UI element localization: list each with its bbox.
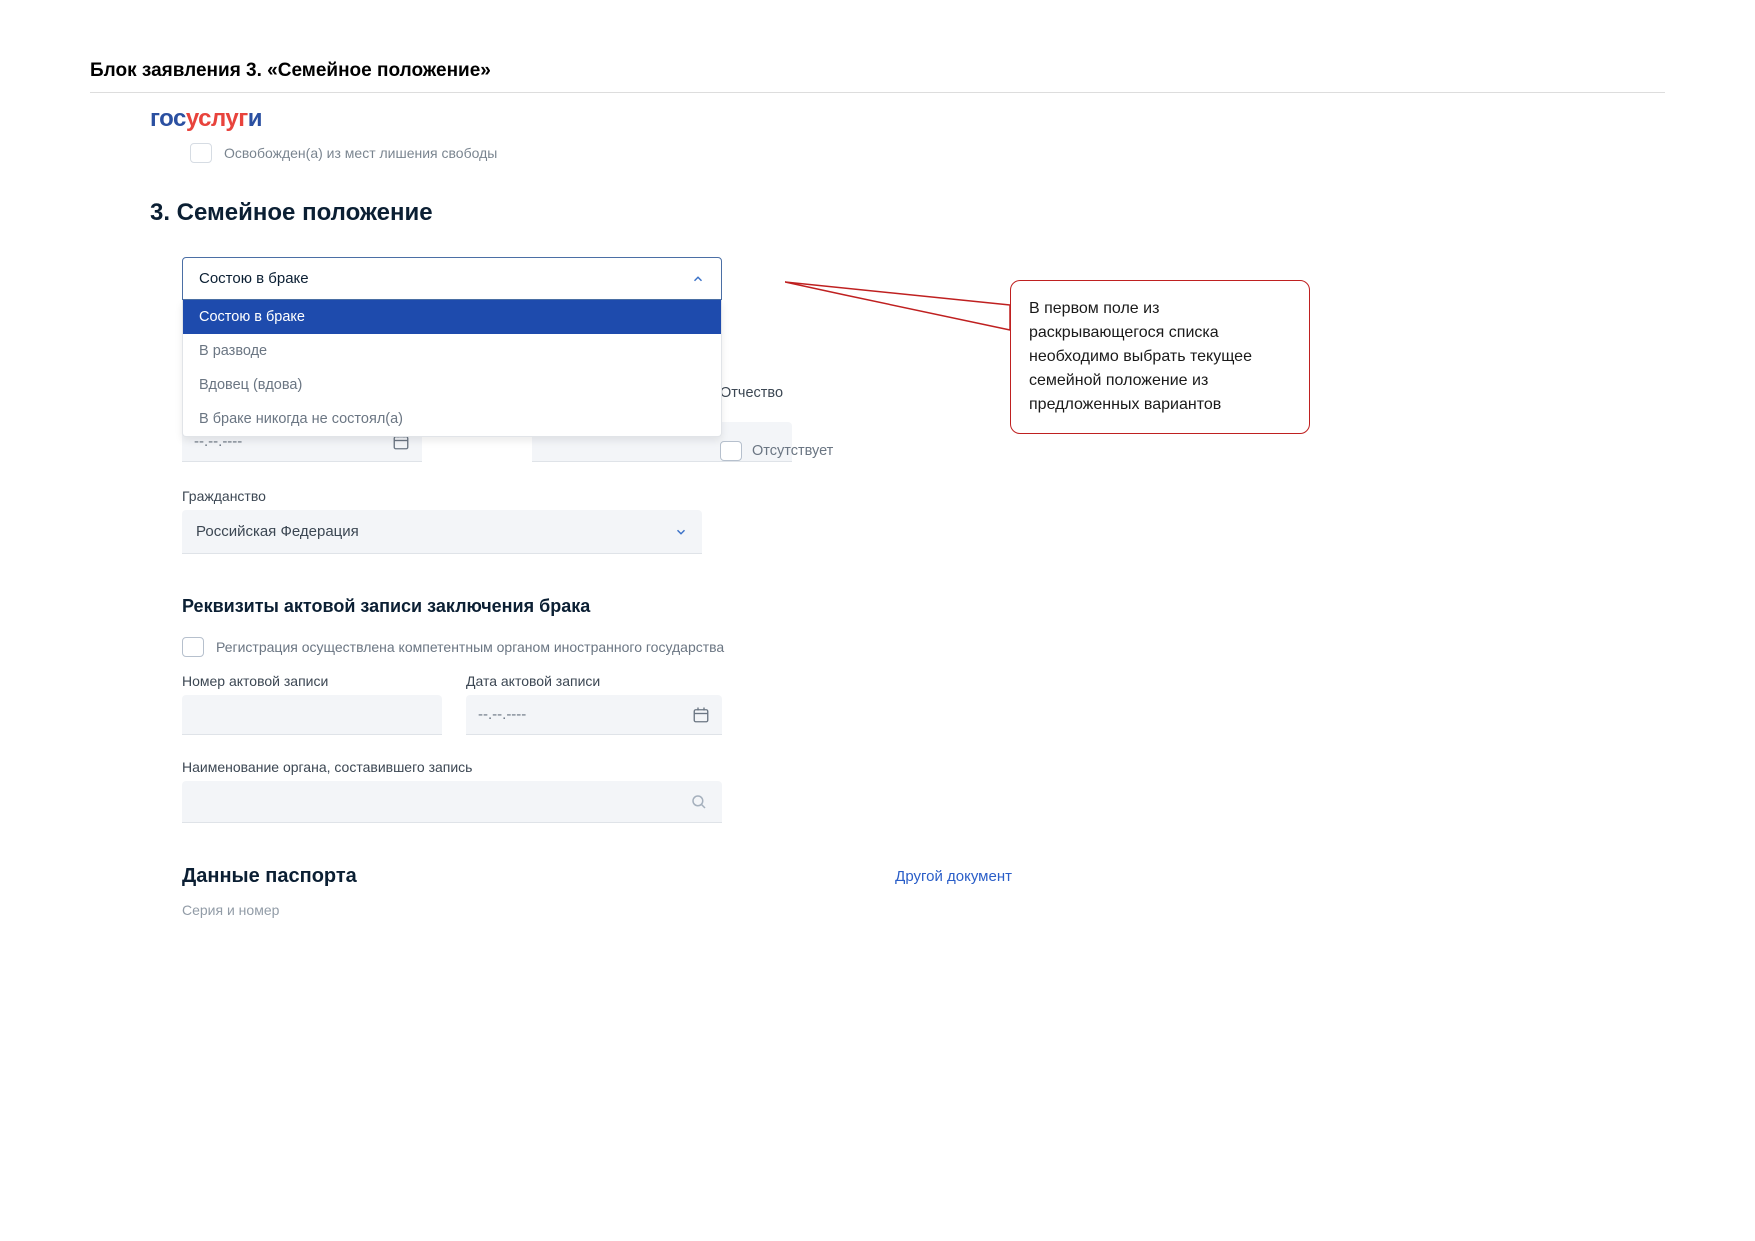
- patronymic-field: Отчество Отсутствует: [720, 385, 833, 461]
- released-checkbox-row[interactable]: Освобожден(а) из мест лишения свободы: [190, 143, 1010, 163]
- logo-part-2: услуг: [186, 105, 248, 132]
- record-date-field: Дата актовой записи --.--.----: [466, 673, 722, 735]
- patronymic-label: Отчество: [720, 385, 833, 401]
- checkbox-icon[interactable]: [190, 143, 212, 163]
- marital-selected-value: Состою в браке: [199, 270, 309, 287]
- record-number-label: Номер актовой записи: [182, 673, 442, 689]
- checkbox-icon[interactable]: [720, 441, 742, 461]
- gosuslugi-logo: госуслуги: [150, 105, 1050, 133]
- marital-dropdown-head[interactable]: Состою в браке: [182, 257, 722, 300]
- checkbox-icon[interactable]: [182, 637, 204, 657]
- section-heading: 3. Семейное положение: [150, 199, 1010, 227]
- foreign-registration-checkbox[interactable]: Регистрация осуществлена компетентным ор…: [182, 637, 1010, 657]
- instruction-callout: В первом поле из раскрывающегося списка …: [1010, 280, 1310, 434]
- form-region: Освобожден(а) из мест лишения свободы 3.…: [110, 143, 1050, 918]
- record-date-input[interactable]: --.--.----: [466, 695, 722, 735]
- citizenship-label: Гражданство: [182, 488, 1010, 504]
- record-number-field: Номер актовой записи: [182, 673, 442, 735]
- passport-heading: Данные паспорта: [182, 865, 357, 888]
- marital-option-2[interactable]: Вдовец (вдова): [183, 368, 721, 402]
- calendar-icon[interactable]: [692, 706, 710, 724]
- app-panel: госуслуги Освобожден(а) из мест лишения …: [110, 105, 1050, 918]
- foreign-registration-label: Регистрация осуществлена компетентным ор…: [216, 639, 724, 655]
- record-number-input[interactable]: [182, 695, 442, 735]
- logo-part-3: и: [248, 105, 262, 132]
- chevron-up-icon: [691, 272, 705, 286]
- citizenship-value: Российская Федерация: [196, 523, 359, 540]
- record-date-placeholder: --.--.----: [478, 706, 526, 723]
- document-title: Блок заявления 3. «Семейное положение»: [90, 60, 1665, 82]
- patronymic-absent-label: Отсутствует: [752, 443, 833, 459]
- chevron-down-icon: [674, 525, 688, 539]
- series-number-label: Серия и номер: [182, 902, 1010, 918]
- record-organ-field: Наименование органа, составившего запись: [182, 759, 1010, 823]
- patronymic-absent-checkbox[interactable]: Отсутствует: [720, 441, 833, 461]
- other-document-link[interactable]: Другой документ: [895, 868, 1012, 885]
- record-organ-label: Наименование органа, составившего запись: [182, 759, 1010, 775]
- marital-option-3[interactable]: В браке никогда не состоял(а): [183, 402, 721, 436]
- record-organ-input[interactable]: [182, 781, 722, 823]
- released-checkbox-label: Освобожден(а) из мест лишения свободы: [224, 145, 497, 161]
- marital-status-dropdown[interactable]: Состою в браке Состою в браке В разводе …: [182, 257, 722, 300]
- marital-option-1[interactable]: В разводе: [183, 334, 721, 368]
- citizenship-select[interactable]: Российская Федерация: [182, 510, 702, 554]
- logo-part-1: гос: [150, 105, 186, 132]
- marital-dropdown-list: Состою в браке В разводе Вдовец (вдова) …: [182, 300, 722, 437]
- record-date-label: Дата актовой записи: [466, 673, 722, 689]
- citizenship-field: Гражданство Российская Федерация: [182, 488, 1010, 554]
- marital-option-0[interactable]: Состою в браке: [183, 300, 721, 334]
- search-icon[interactable]: [690, 793, 708, 811]
- marriage-record-heading: Реквизиты актовой записи заключения брак…: [182, 596, 1010, 617]
- doc-divider: [90, 92, 1665, 93]
